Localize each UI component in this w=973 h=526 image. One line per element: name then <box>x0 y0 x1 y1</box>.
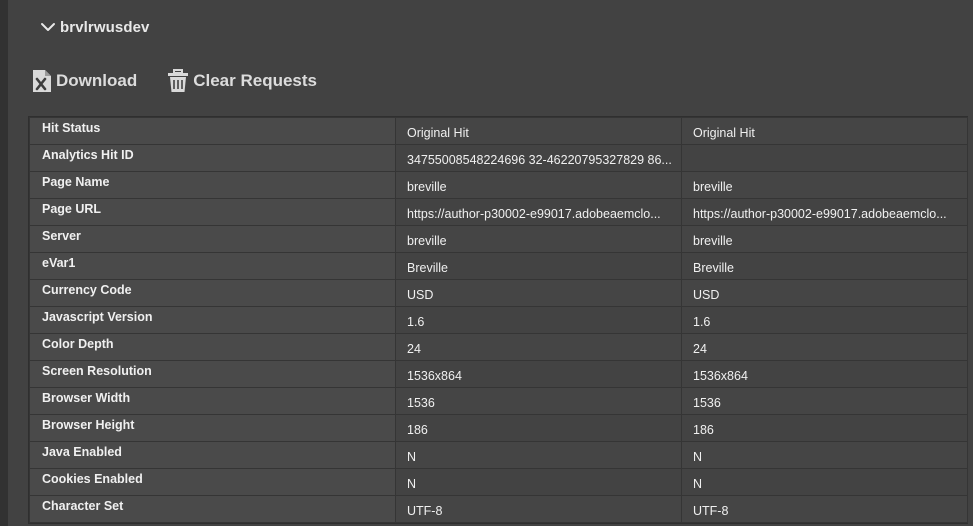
hit-value-1: breville <box>395 225 682 253</box>
table-row: Screen Resolution 1536x864 1536x864 <box>29 360 968 388</box>
table-row: eVar1 Breville Breville <box>29 252 968 280</box>
section-title: brvlrwusdev <box>60 18 150 36</box>
hit-value-2: N <box>681 441 968 469</box>
download-file-icon <box>33 70 51 92</box>
hit-value-1: N <box>395 441 682 469</box>
trash-icon <box>168 69 189 92</box>
hit-value-2: breville <box>681 171 968 199</box>
row-label: Cookies Enabled <box>29 468 396 496</box>
row-label: Character Set <box>29 495 396 523</box>
hit-value-1: Breville <box>395 252 682 280</box>
section-toggle[interactable]: brvlrwusdev <box>40 15 149 39</box>
table-row: Browser Height 186 186 <box>29 414 968 442</box>
row-label: Browser Width <box>29 387 396 415</box>
row-label: Hit Status <box>29 117 396 145</box>
hit-value-2: 1536x864 <box>681 360 968 388</box>
row-label: Server <box>29 225 396 253</box>
hit-value-1: 186 <box>395 414 682 442</box>
hit-value-1: 24 <box>395 333 682 361</box>
hit-value-2: 1536 <box>681 387 968 415</box>
row-label: eVar1 <box>29 252 396 280</box>
hit-value-2: 24 <box>681 333 968 361</box>
row-label: Browser Height <box>29 414 396 442</box>
hit-value-1: 1536 <box>395 387 682 415</box>
chevron-down-icon[interactable] <box>40 19 56 35</box>
table-row: Javascript Version 1.6 1.6 <box>29 306 968 334</box>
row-label: Currency Code <box>29 279 396 307</box>
hit-value-2: Breville <box>681 252 968 280</box>
table-row: Analytics Hit ID 34755008548224696 32-462… <box>29 144 968 172</box>
table-row: Java Enabled N N <box>29 441 968 469</box>
hit-value-2 <box>681 144 968 172</box>
row-label: Javascript Version <box>29 306 396 334</box>
hit-value-1: 34755008548224696 32-46220795327829 86..… <box>395 144 682 172</box>
hit-value-2: breville <box>681 225 968 253</box>
hit-value-1: 1536x864 <box>395 360 682 388</box>
clear-requests-label: Clear Requests <box>193 71 317 90</box>
hit-value-1: N <box>395 468 682 496</box>
download-label: Download <box>56 71 138 90</box>
hit-value-1: breville <box>395 171 682 199</box>
hit-value-2: 186 <box>681 414 968 442</box>
table-row: Server breville breville <box>29 225 968 253</box>
hit-value-2: https://author-p30002-e99017.adobeaemclo… <box>681 198 968 226</box>
clear-requests-button[interactable]: Clear Requests <box>167 69 317 93</box>
row-label: Java Enabled <box>29 441 396 469</box>
row-label: Page URL <box>29 198 396 226</box>
hit-value-2: Original Hit <box>681 117 968 145</box>
hit-value-2: USD <box>681 279 968 307</box>
row-label: Color Depth <box>29 333 396 361</box>
window-edge <box>0 0 8 526</box>
hit-value-2: UTF-8 <box>681 495 968 523</box>
table-row: Page URL https://author-p30002-e99017.ado… <box>29 198 968 226</box>
hits-table: Hit Status Original Hit Original Hit Analyt… <box>28 116 968 524</box>
table-row: Currency Code USD USD <box>29 279 968 307</box>
hit-value-1: 1.6 <box>395 306 682 334</box>
table-row: Page Name breville breville <box>29 171 968 199</box>
table-row: Character Set UTF-8 UTF-8 <box>29 495 968 523</box>
table-row: Browser Width 1536 1536 <box>29 387 968 415</box>
hit-value-1: UTF-8 <box>395 495 682 523</box>
row-label: Screen Resolution <box>29 360 396 388</box>
row-label: Page Name <box>29 171 396 199</box>
hit-value-2: N <box>681 468 968 496</box>
download-button[interactable]: Download <box>32 69 137 93</box>
toolbar: Download Clear Requests <box>32 66 347 96</box>
hit-value-2: 1.6 <box>681 306 968 334</box>
hit-value-1: Original Hit <box>395 117 682 145</box>
table-row: Cookies Enabled N N <box>29 468 968 496</box>
table-row: Color Depth 24 24 <box>29 333 968 361</box>
table-row: Hit Status Original Hit Original Hit <box>29 117 968 145</box>
hit-value-1: https://author-p30002-e99017.adobeaemclo… <box>395 198 682 226</box>
hit-value-1: USD <box>395 279 682 307</box>
row-label: Analytics Hit ID <box>29 144 396 172</box>
